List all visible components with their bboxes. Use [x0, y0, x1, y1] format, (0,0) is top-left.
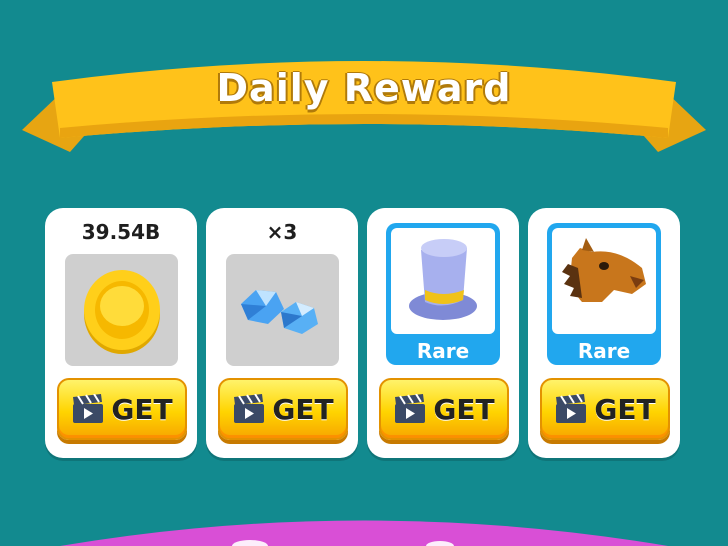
diamonds-icon — [241, 290, 318, 334]
item-preview — [391, 228, 495, 334]
horse-head-icon — [562, 238, 646, 302]
reward-card-diamonds: ×3 GET — [206, 208, 358, 458]
bottom-banner[interactable] — [0, 505, 728, 546]
reward-card-coins: 39.54B GET — [45, 208, 197, 458]
get-button[interactable]: GET — [379, 378, 509, 440]
get-button[interactable]: GET — [218, 378, 348, 440]
gold-coin-icon — [84, 270, 160, 354]
reward-cards: 39.54B GET ×3 GET Rare GET Rare GET — [45, 208, 685, 458]
video-clapper-icon — [234, 394, 265, 423]
get-button-label: GET — [433, 392, 495, 426]
get-button[interactable]: GET — [57, 378, 187, 440]
video-clapper-icon — [395, 394, 426, 423]
reward-amount: ×3 — [266, 220, 298, 244]
rare-item-frame: Rare — [547, 223, 661, 365]
reward-icon-frame — [226, 254, 339, 366]
banner-title: Daily Reward — [216, 66, 512, 110]
item-preview — [552, 228, 656, 334]
reward-card-horse-mask: Rare GET — [528, 208, 680, 458]
video-clapper-icon — [556, 394, 587, 423]
top-hat-icon — [409, 239, 477, 320]
reward-icon-frame — [65, 254, 178, 366]
rarity-label: Rare — [416, 339, 470, 363]
get-button-label: GET — [111, 392, 173, 426]
reward-card-top-hat: Rare GET — [367, 208, 519, 458]
get-button[interactable]: GET — [540, 378, 670, 440]
rare-item-frame: Rare — [386, 223, 500, 365]
reward-amount: 39.54B — [81, 220, 161, 244]
get-button-label: GET — [594, 392, 656, 426]
video-clapper-icon — [73, 394, 104, 423]
rarity-label: Rare — [577, 339, 631, 363]
get-button-label: GET — [272, 392, 334, 426]
